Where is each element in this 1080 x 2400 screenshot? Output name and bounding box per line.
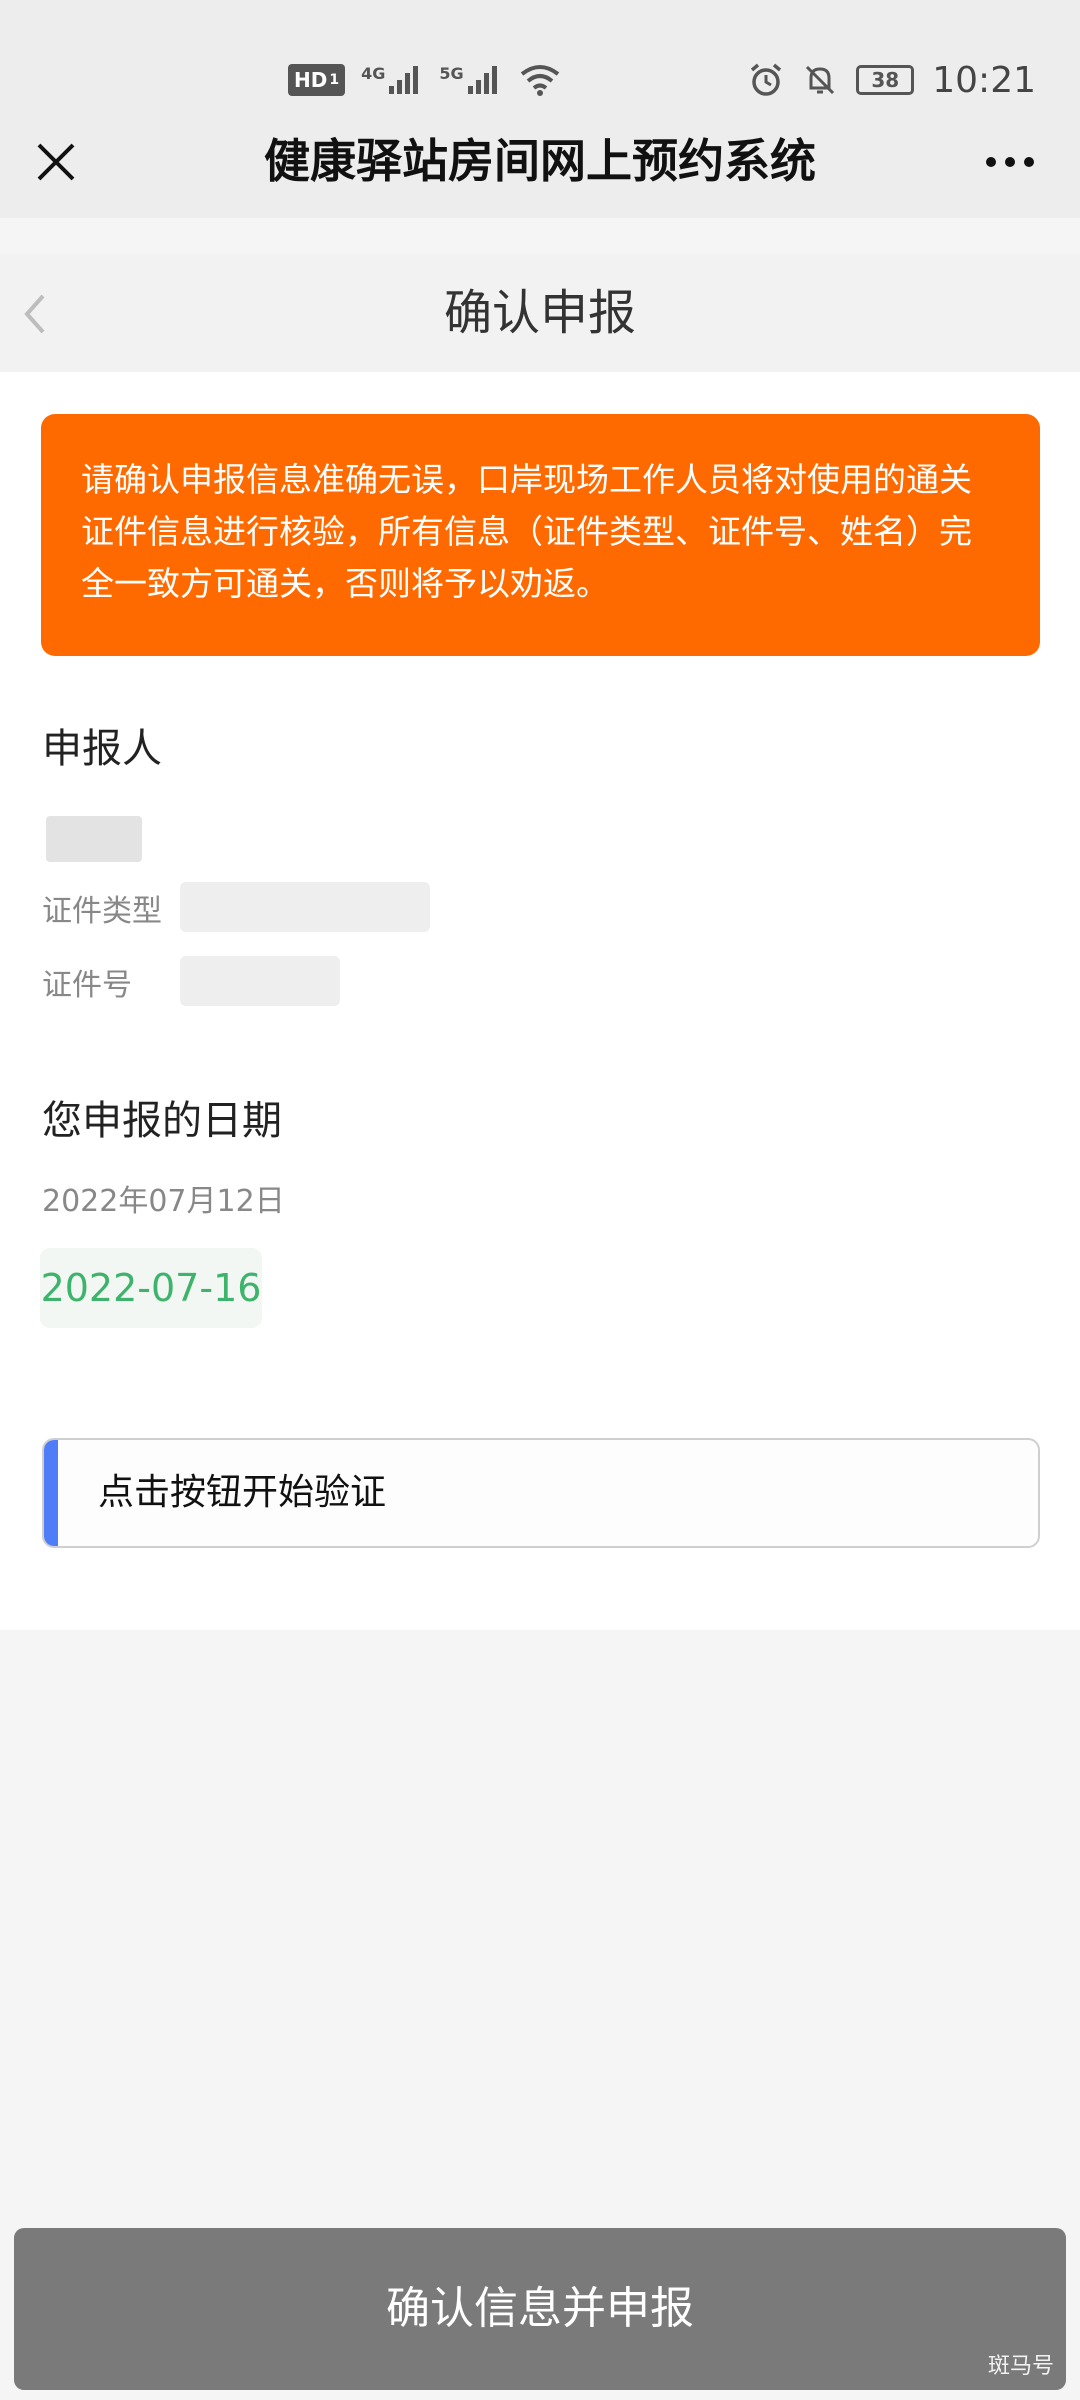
status-icons-right: 38 10:21 [748,56,1036,104]
warning-banner: 请确认申报信息准确无误，口岸现场工作人员将对使用的通关证件信息进行核验，所有信息… [41,414,1040,656]
watermark-text: 斑马号 [987,2354,1054,2379]
app-titlebar: 健康驿站房间网上预约系统 [0,108,1080,218]
id-type-value-redacted [180,882,430,932]
hd-sim-label: 1 [329,72,340,88]
page-header: 确认申报 [0,254,1080,372]
id-type-label: 证件类型 [42,894,162,929]
verify-accent-bar [44,1440,58,1546]
signal-bars-icon [389,66,419,94]
status-icons-left: HD 1 4G 5G [288,58,562,102]
selected-date-chip[interactable]: 2022-07-16 [40,1248,262,1328]
more-dot-icon [1024,157,1034,167]
applicant-section-title: 申报人 [42,726,162,772]
more-dot-icon [986,157,996,167]
hd-badge: HD 1 [288,64,346,96]
confirm-submit-button[interactable]: 确认信息并申报 [14,2228,1066,2390]
id-number-label: 证件号 [42,968,132,1003]
alarm-icon [751,63,782,96]
back-button[interactable] [10,284,60,344]
app-title: 健康驿站房间网上预约系统 [264,134,816,188]
warning-text: 请确认申报信息准确无误，口岸现场工作人员将对使用的通关证件信息进行核验，所有信息… [81,460,972,603]
more-options-button[interactable] [974,136,1046,188]
wifi-icon [520,65,559,96]
close-icon [37,143,75,181]
main-content: 请确认申报信息准确无误，口岸现场工作人员将对使用的通关证件信息进行核验，所有信息… [0,372,1080,1630]
more-dot-icon [1005,157,1015,167]
status-time: 10:21 [932,59,1036,101]
page-title: 确认申报 [443,285,636,341]
hd-label: HD [294,68,328,92]
start-verification-button[interactable]: 点击按钮开始验证 [42,1438,1040,1548]
mute-bell-icon [806,65,835,95]
declared-date: 2022年07月12日 [42,1184,285,1219]
signal-4g-icon: 4G [361,64,423,96]
applicant-name-redacted [46,816,142,862]
net-5g-label: 5G [439,64,464,83]
signal-5g-icon: 5G [439,64,501,96]
id-number-value-redacted [180,956,340,1006]
verify-label: 点击按钮开始验证 [98,1472,387,1513]
close-button[interactable] [28,134,84,190]
date-section-title: 您申报的日期 [42,1098,282,1144]
signal-bars-icon [467,66,497,94]
net-4g-label: 4G [361,64,386,83]
chevron-left-icon [24,294,45,334]
battery-icon: 38 [856,65,915,95]
